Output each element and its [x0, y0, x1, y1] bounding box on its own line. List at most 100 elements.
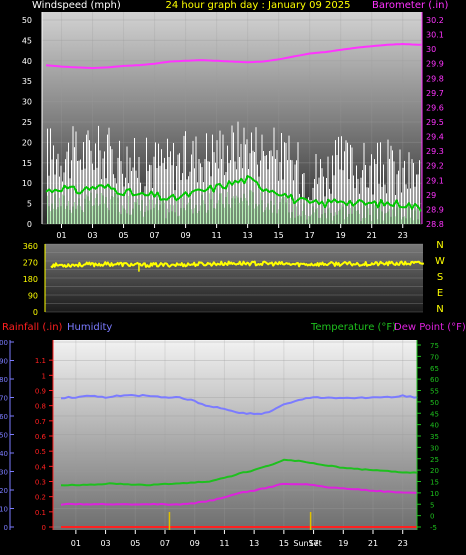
wind-average-bar	[228, 204, 230, 224]
wind-average-bar	[158, 210, 159, 224]
wind-average-bar	[176, 199, 177, 224]
dew-point-axis-label: Dew Point (°F)	[394, 322, 466, 333]
wind-average-bar	[327, 208, 329, 224]
wind-average-bar	[179, 215, 180, 224]
chart-title: 24 hour graph day : January 09 2025	[166, 0, 351, 11]
wind-average-bar	[135, 202, 137, 224]
wind-gust-bar	[347, 142, 348, 224]
x-tick-label: 19	[338, 539, 348, 548]
windspeed-tick-label: 45	[22, 36, 32, 45]
x-tick-label: 03	[100, 539, 110, 548]
windspeed-tick-label: 35	[22, 77, 32, 86]
x-tick-label: 15	[279, 539, 289, 548]
wind-average-bar	[290, 217, 291, 224]
rainfall-tick-label: 0.9	[35, 388, 46, 396]
humidity-axis: 0 10 20 30 40 50 60 70 80 90 100	[0, 339, 14, 532]
windspeed-tick-label: 20	[22, 138, 32, 147]
wind-average-bar	[174, 212, 176, 224]
compass-label: N	[436, 304, 443, 315]
temperature-tick-label: 5	[430, 501, 434, 509]
wind-average-bar	[120, 214, 122, 224]
wind-average-bar	[54, 194, 56, 224]
wind-average-bar	[345, 205, 347, 224]
barometer-tick-label: 29	[426, 191, 436, 200]
wind-average-bar	[348, 213, 350, 224]
windspeed-tick-label: 15	[22, 159, 32, 168]
wind-average-bar	[236, 195, 237, 224]
wind-average-bar	[359, 213, 360, 224]
humidity-tick-label: 0	[4, 524, 8, 532]
x-tick-label: 21	[367, 231, 377, 240]
wind-gust-bar	[365, 165, 366, 224]
wind-gust-bar	[390, 145, 392, 224]
rainfall-tick-label: 1.1	[35, 357, 46, 365]
wind-average-bar	[260, 192, 261, 224]
wind-average-bar	[143, 216, 144, 224]
wind-average-bar	[288, 212, 290, 224]
wind-average-bar	[363, 203, 365, 224]
humidity-tick-label: 10	[0, 506, 8, 514]
x-tick-label: 23	[398, 539, 408, 548]
barometer-tick-label: 29.3	[426, 147, 444, 156]
wind-gust-bar	[290, 159, 291, 224]
wind-gust-bar	[126, 146, 128, 224]
wind-average-bar	[134, 201, 135, 224]
compass-labels: NWSEN	[435, 240, 445, 315]
wind-average-bar	[114, 193, 116, 224]
rainfall-tick-label: 0.3	[35, 479, 46, 487]
wind-average-bar	[389, 208, 390, 224]
wind-average-bar	[360, 221, 362, 224]
wind-average-bar	[390, 216, 392, 224]
wind-gust-bar	[417, 174, 419, 224]
x-tick-label: 17	[305, 231, 315, 240]
wind-average-bar	[273, 204, 275, 224]
wind-gust-bar	[192, 140, 194, 224]
rainfall-tick-label: 0.7	[35, 418, 46, 426]
wind-gust-bar	[377, 142, 378, 224]
windspeed-tick-label: 0	[27, 220, 32, 229]
wind-average-bar	[186, 204, 188, 224]
x-tick-label: 15	[274, 231, 284, 240]
wind-average-bar	[417, 219, 419, 224]
wind-average-bar	[78, 198, 80, 224]
wind-average-bar	[96, 193, 98, 224]
wind-gust-bar	[387, 139, 389, 224]
wind-average-bar	[323, 205, 324, 224]
wind-gust-bar	[344, 151, 345, 224]
wind-average-bar	[171, 211, 173, 224]
barometer-tick-label: 30.2	[426, 16, 444, 25]
wind-average-bar	[282, 196, 284, 224]
temperature-tick-label: 65	[430, 365, 439, 373]
temperature-tick-label: 15	[430, 479, 439, 487]
wind-average-bar	[267, 203, 269, 224]
compass-label: W	[435, 256, 445, 267]
barometer-tick-label: 29.6	[426, 103, 444, 112]
humidity-tick-label: 80	[0, 376, 8, 384]
wind-average-bar	[306, 219, 308, 224]
wind-average-bar	[353, 206, 354, 224]
wind-average-bar	[203, 200, 204, 224]
rainfall-tick-label: 0.4	[35, 463, 47, 471]
wind-average-bar	[149, 199, 150, 224]
wind-gust-bar	[332, 155, 333, 224]
wind-average-bar	[168, 212, 170, 224]
compass-label: E	[437, 288, 443, 299]
wind-average-bar	[48, 206, 50, 224]
wind-gust-bar	[297, 142, 299, 224]
wind-average-bar	[354, 206, 356, 224]
wind-gust-bar	[119, 140, 120, 224]
wind-average-bar	[131, 214, 132, 224]
x-tick-label: 23	[398, 231, 408, 240]
wind-gust-bar	[402, 167, 404, 224]
wind-gust-bar	[383, 164, 384, 224]
humidity-axis-label: Humidity	[67, 322, 112, 333]
x-tick-label: 01	[56, 231, 66, 240]
wind-average-bar	[380, 202, 381, 224]
wind-average-bar	[188, 202, 189, 224]
sun-label: Sun	[293, 539, 308, 548]
wind-average-bar	[276, 213, 278, 224]
wind-average-bar	[65, 208, 66, 224]
direction-tick-label: 90	[28, 292, 38, 301]
x-tick-label: 03	[87, 231, 97, 240]
temperature-tick-label: 30	[430, 444, 439, 452]
